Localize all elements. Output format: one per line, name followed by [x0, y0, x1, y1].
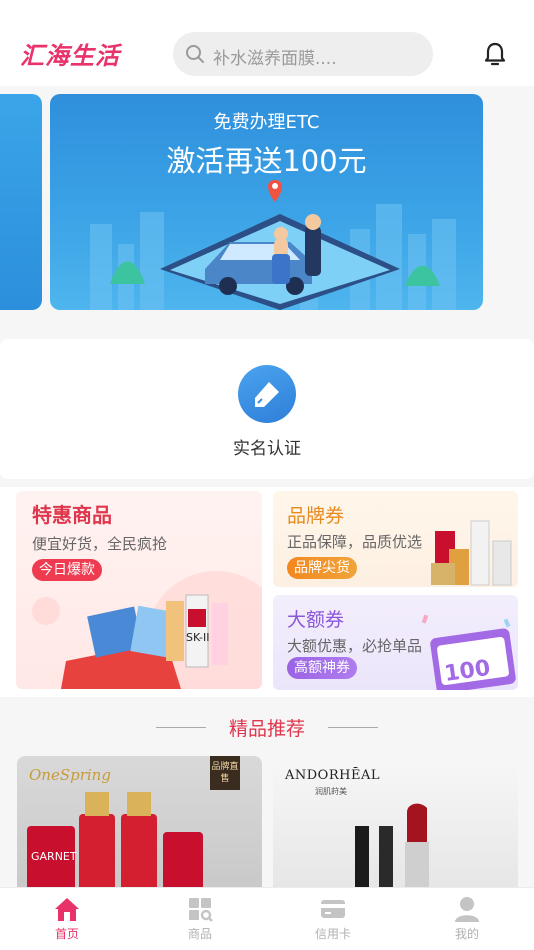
pen-icon: [255, 382, 279, 407]
bell-icon[interactable]: [482, 41, 508, 67]
search-input[interactable]: 补水滋养面膜....: [213, 44, 337, 69]
section-title: 精品推荐: [228, 718, 305, 740]
tab-profile[interactable]: 我的: [400, 888, 534, 950]
product-card-onespring[interactable]: GARNET OneSpring 品牌直售: [17, 756, 262, 906]
tab-label: 首页: [54, 927, 79, 941]
tab-label: 商品: [187, 927, 212, 941]
tab-label: 我的: [454, 927, 479, 941]
product-brand: ANDORHĒAL: [285, 768, 380, 783]
brand-coupon-card[interactable]: 品牌券 正品保障，品质优选 品牌尖货: [273, 491, 518, 587]
tab-products[interactable]: 商品: [133, 888, 267, 950]
search-bar[interactable]: 补水滋养面膜....: [173, 32, 433, 76]
deal-product-label: SK-II: [186, 631, 210, 644]
banner-carousel[interactable]: 免费办理ETC 激活再送100元: [0, 86, 534, 331]
section-heading: 精品推荐: [0, 712, 534, 742]
brand-coupon-tag: 品牌尖货: [287, 557, 357, 579]
banner-slide-previous[interactable]: [0, 94, 42, 310]
promo-section: 特惠商品 便宜好货，全民疯抢 今日爆款 SK-II 品牌券 正品保障，品质优选 …: [0, 487, 534, 697]
brand-coupon-title: 品牌券: [287, 505, 345, 527]
search-icon: [186, 45, 204, 63]
auth-card: 实名认证: [0, 339, 534, 479]
app-logo: 汇海生活: [20, 42, 120, 70]
garnet-label: GARNET: [31, 850, 77, 863]
product-brand: OneSpring: [29, 766, 111, 784]
user-icon: [455, 897, 479, 922]
banner-offer: 激活再送100元: [166, 144, 367, 178]
divider-right: [328, 727, 378, 728]
product-brand-sub: 润肌莳美: [315, 787, 347, 796]
auth-label[interactable]: 实名认证: [0, 434, 534, 459]
credit-card-icon: [321, 900, 345, 918]
big-coupon-title: 大额券: [287, 609, 345, 631]
brand-coupon-subtitle: 正品保障，品质优选: [287, 533, 423, 551]
deal-card[interactable]: 特惠商品 便宜好货，全民疯抢 今日爆款 SK-II: [16, 491, 262, 689]
big-coupon-tag: 高额神券: [287, 657, 357, 679]
header: 汇海生活 补水滋养面膜....: [0, 0, 534, 86]
product-card-andorheal[interactable]: ANDORHĒAL 润肌莳美: [273, 756, 518, 906]
bottom-tab-bar: 首页 商品 信用卡 我的: [0, 887, 534, 950]
direct-sale-badge: 品牌直售: [210, 756, 240, 790]
deal-product-illustration: SK-II: [32, 571, 262, 689]
banner-slide-etc[interactable]: 免费办理ETC 激活再送100元: [50, 94, 483, 310]
big-coupon-card[interactable]: 大额优惠券 100 大额券 大额优惠，必抢单品 高额神券: [273, 595, 518, 690]
auth-button[interactable]: [238, 365, 296, 423]
banner-headline: 免费办理ETC: [213, 112, 320, 133]
big-coupon-subtitle: 大额优惠，必抢单品: [287, 637, 423, 655]
grid-icon: [189, 898, 213, 922]
home-icon: [55, 898, 79, 921]
tab-label: 信用卡: [314, 927, 351, 941]
tab-home[interactable]: 首页: [0, 888, 134, 950]
tab-credit-card[interactable]: 信用卡: [266, 888, 400, 950]
